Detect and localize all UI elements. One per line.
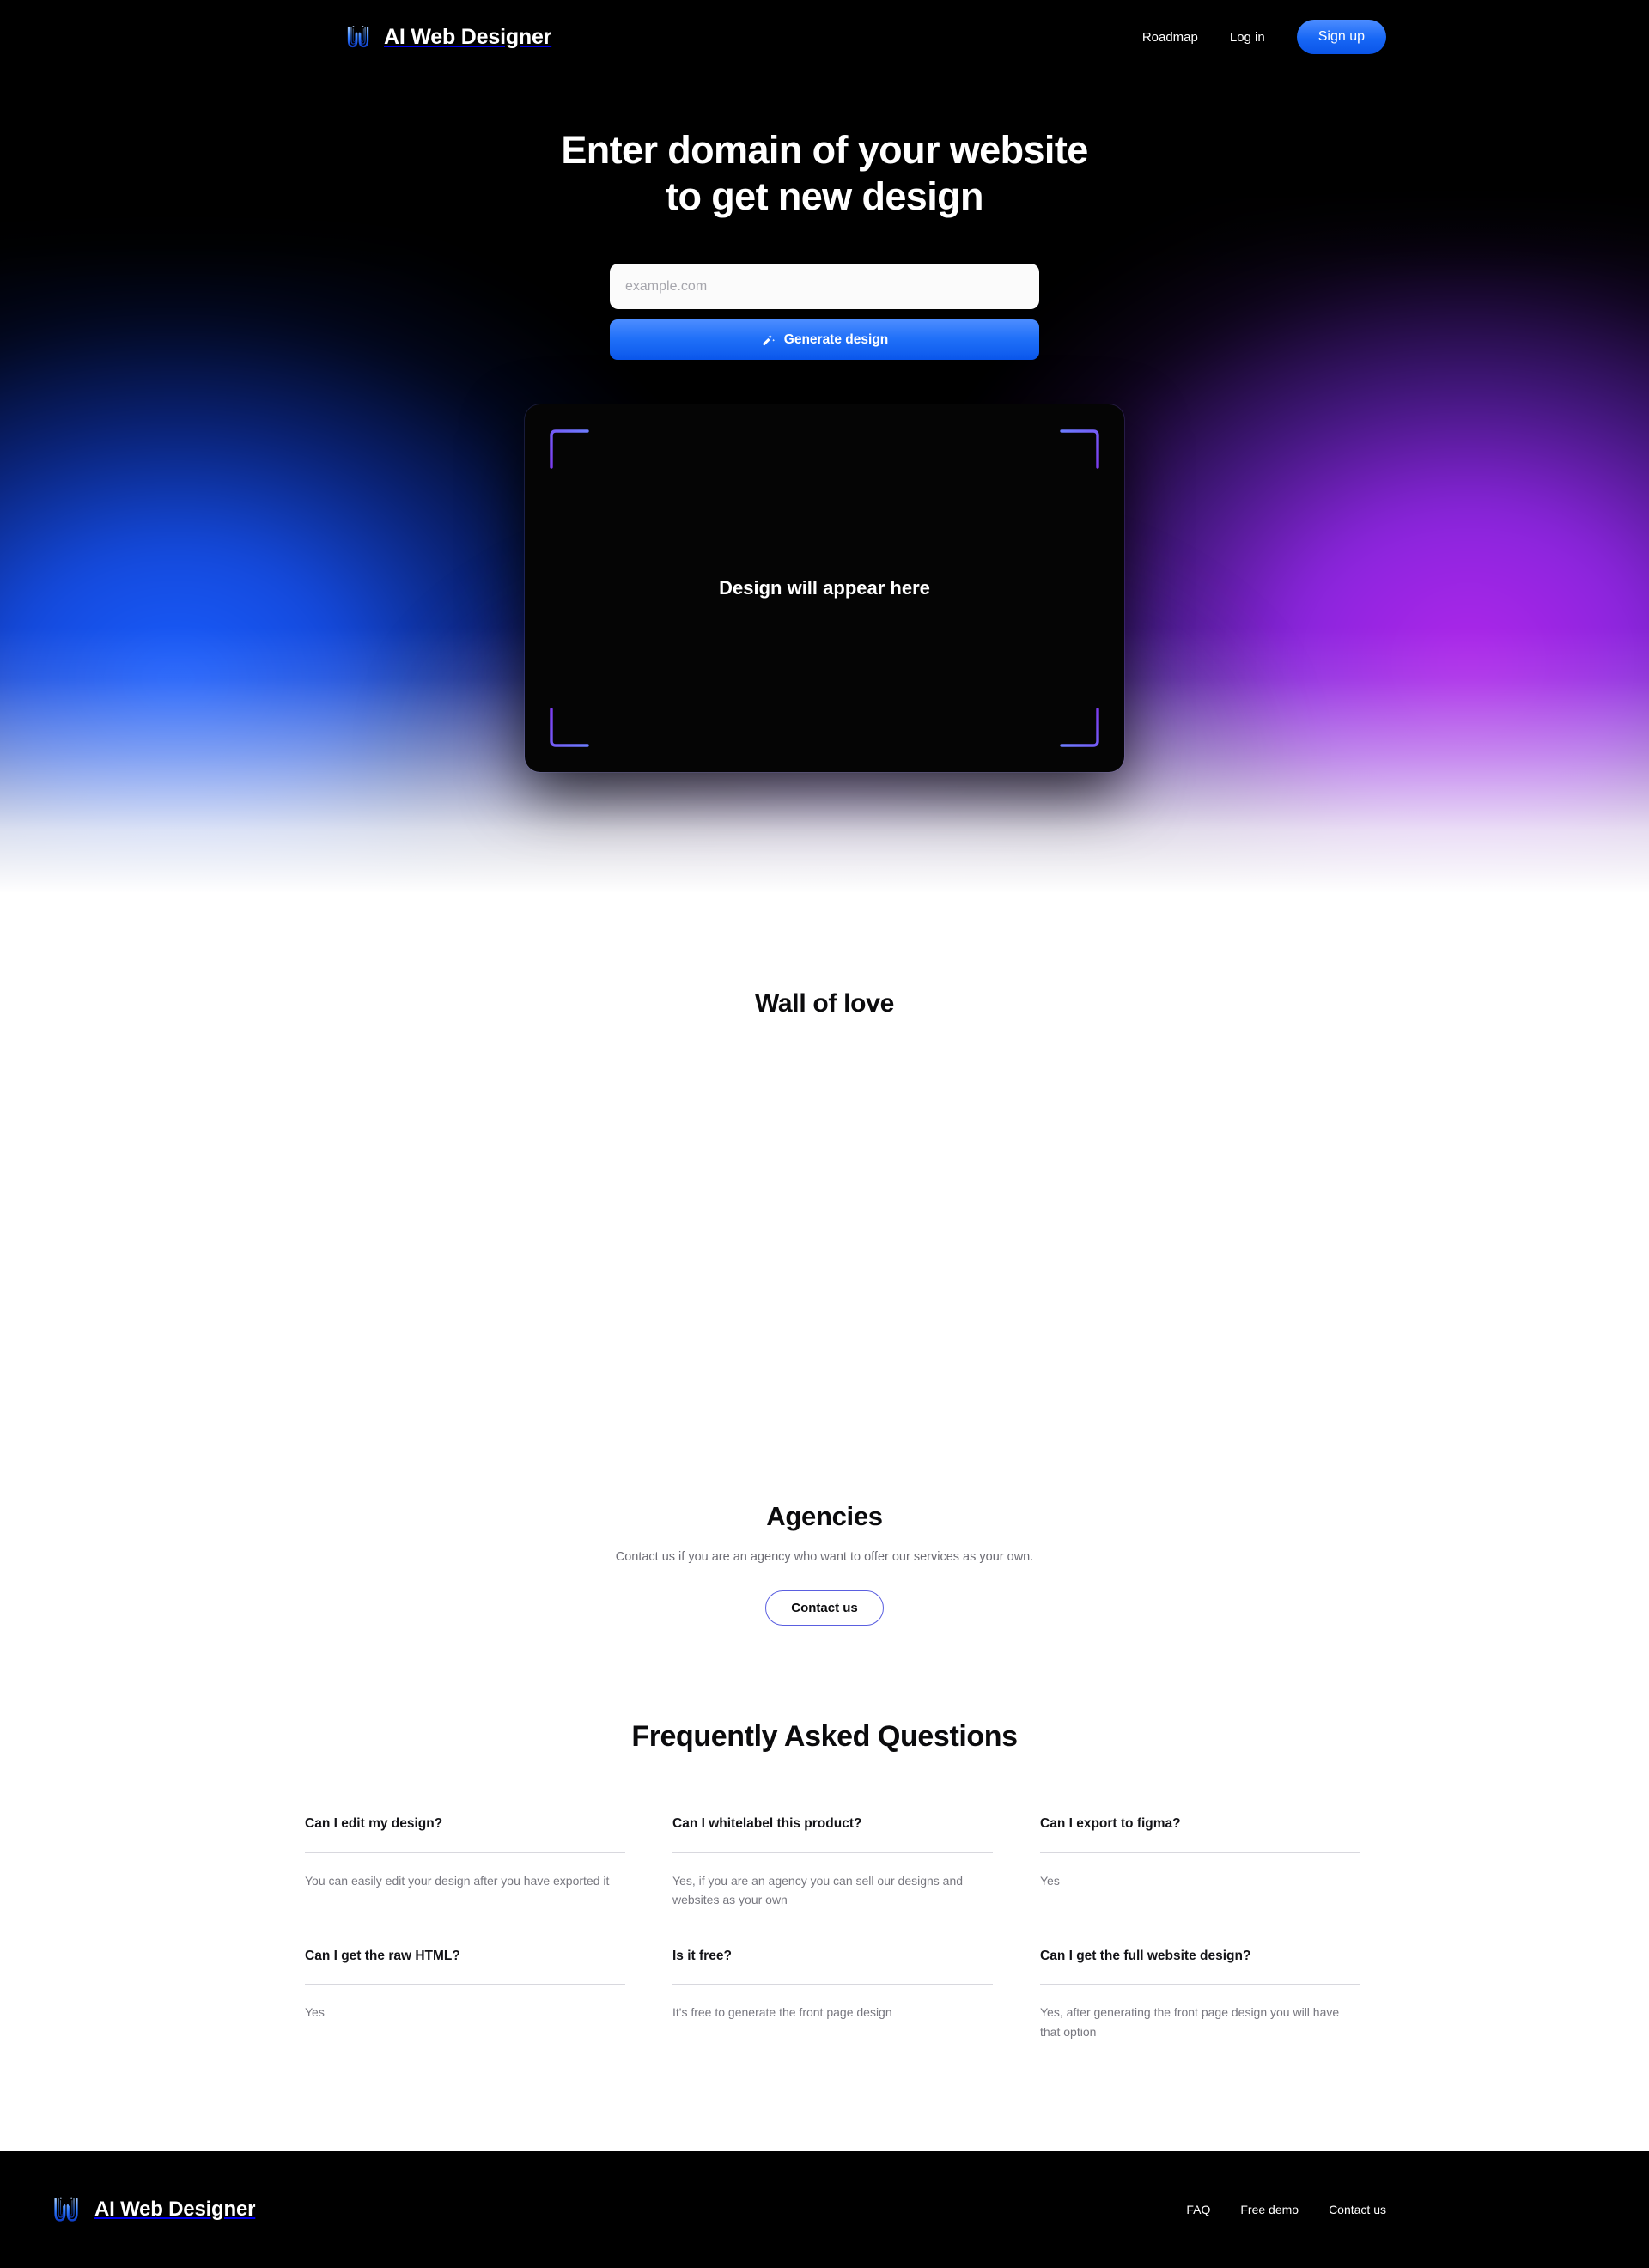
faq-item: Is it free? It's free to generate the fr… — [672, 1948, 993, 2041]
faq-divider — [305, 1851, 625, 1853]
faq-answer: Yes — [305, 2005, 325, 2020]
corner-bracket-icon-bottom-right — [1059, 707, 1100, 748]
preview-placeholder-text: Design will appear here — [719, 577, 930, 599]
faq-question: Can I whitelabel this product? — [672, 1816, 862, 1832]
wall-of-love-section: Wall of love — [0, 910, 1649, 1477]
corner-bracket-icon-top-left — [549, 429, 590, 470]
footer-link-contact-us[interactable]: Contact us — [1329, 2203, 1386, 2216]
hero-title-line-2: to get new design — [666, 174, 983, 218]
faq-section: Frequently Asked Questions Can I edit my… — [0, 1626, 1649, 2042]
footer-brand-name: AI Web Designer — [94, 2198, 256, 2221]
faq-answer: Yes — [1040, 1873, 1060, 1888]
site-footer: AI Web Designer FAQ Free demo Contact us — [0, 2151, 1649, 2268]
faq-item: Can I get the raw HTML? Yes — [305, 1948, 625, 2041]
faq-answer: You can easily edit your design after yo… — [305, 1873, 610, 1888]
primary-nav: Roadmap Log in Sign up — [1142, 20, 1386, 54]
corner-bracket-icon-top-right — [1059, 429, 1100, 470]
agencies-section: Agencies Contact us if you are an agency… — [0, 1477, 1649, 1627]
faq-answer: Yes, after generating the front page des… — [1040, 2005, 1340, 2039]
w-logo-icon — [344, 22, 373, 52]
wall-of-love-title: Wall of love — [755, 989, 894, 1018]
faq-question: Can I get the full website design? — [1040, 1948, 1251, 1963]
domain-form: Generate design — [610, 264, 1039, 360]
hero-content: Enter domain of your website to get new … — [0, 0, 1649, 772]
site-header: AI Web Designer Roadmap Log in Sign up — [0, 0, 1649, 74]
magic-wand-icon — [761, 332, 776, 348]
faq-grid: Can I edit my design? You can easily edi… — [305, 1815, 1360, 2041]
faq-question: Can I export to figma? — [1040, 1816, 1181, 1832]
faq-item: Can I whitelabel this product? Yes, if y… — [672, 1815, 993, 1909]
footer-nav: FAQ Free demo Contact us — [1186, 2203, 1386, 2216]
brand-name: AI Web Designer — [384, 24, 552, 49]
faq-answer: It's free to generate the front page des… — [672, 2005, 892, 2020]
corner-bracket-icon-bottom-left — [549, 707, 590, 748]
faq-title: Frequently Asked Questions — [631, 1720, 1018, 1754]
w-logo-icon — [50, 2193, 82, 2226]
faq-divider — [672, 1851, 993, 1853]
hero-section: AI Web Designer Roadmap Log in Sign up E… — [0, 0, 1649, 910]
footer-link-faq[interactable]: FAQ — [1186, 2203, 1210, 2216]
agencies-title: Agencies — [766, 1501, 883, 1531]
nav-link-roadmap[interactable]: Roadmap — [1142, 30, 1198, 45]
page-title: Enter domain of your website to get new … — [561, 127, 1088, 220]
contact-us-button[interactable]: Contact us — [765, 1590, 884, 1627]
hero-title-line-1: Enter domain of your website — [561, 128, 1088, 172]
footer-brand-link[interactable]: AI Web Designer — [50, 2193, 255, 2226]
design-preview-card: Design will appear here — [525, 404, 1124, 772]
brand-logo-link[interactable]: AI Web Designer — [344, 22, 551, 52]
faq-item: Can I get the full website design? Yes, … — [1040, 1948, 1360, 2041]
faq-question: Is it free? — [672, 1948, 732, 1963]
generate-design-button[interactable]: Generate design — [610, 319, 1039, 360]
faq-divider — [305, 1984, 625, 1985]
signup-button[interactable]: Sign up — [1296, 20, 1386, 54]
domain-input[interactable] — [610, 264, 1039, 309]
faq-question: Can I edit my design? — [305, 1816, 443, 1832]
footer-link-free-demo[interactable]: Free demo — [1240, 2203, 1299, 2216]
wall-of-love-grid — [0, 1018, 1649, 1362]
faq-divider — [1040, 1984, 1360, 1985]
generate-design-label: Generate design — [783, 331, 889, 347]
agencies-subtitle: Contact us if you are an agency who want… — [615, 1550, 1034, 1564]
faq-divider — [672, 1984, 993, 1985]
faq-divider — [1040, 1851, 1360, 1853]
faq-item: Can I edit my design? You can easily edi… — [305, 1815, 625, 1909]
faq-answer: Yes, if you are an agency you can sell o… — [672, 1873, 964, 1907]
faq-item: Can I export to figma? Yes — [1040, 1815, 1360, 1909]
faq-question: Can I get the raw HTML? — [305, 1948, 460, 1963]
nav-link-login[interactable]: Log in — [1230, 30, 1265, 45]
